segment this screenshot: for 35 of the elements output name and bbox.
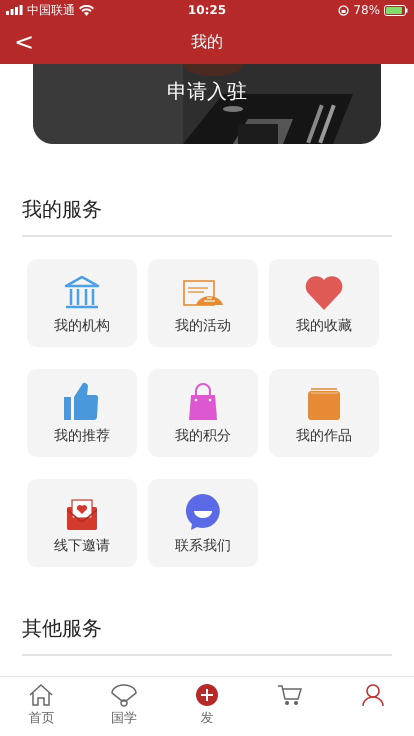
- service-tile[interactable]: 联系我们: [148, 479, 258, 567]
- signal-icon: [6, 5, 23, 15]
- service-tile[interactable]: 我的作品: [269, 369, 379, 457]
- tab-item[interactable]: 首页: [11, 683, 72, 727]
- battery-percent: 78%: [353, 3, 380, 17]
- shopping-bag-icon: [188, 383, 218, 421]
- book-icon: [307, 387, 341, 421]
- carrier-name: 中国联通: [27, 2, 75, 18]
- service-tile[interactable]: 我的积分: [148, 369, 258, 457]
- cart-icon: [276, 683, 303, 707]
- rotation-lock-icon: [338, 4, 350, 16]
- back-button[interactable]: <: [10, 28, 38, 56]
- apply-button[interactable]: 申请入驻: [161, 76, 253, 106]
- thumbs-up-icon: [63, 381, 101, 421]
- person-icon: [360, 683, 385, 707]
- page-title: 我的: [191, 32, 223, 52]
- service-tile[interactable]: 线下邀请: [27, 479, 137, 567]
- plus-icon: [194, 683, 219, 707]
- wifi-icon: [79, 4, 94, 16]
- service-tile[interactable]: 我的收藏: [269, 259, 379, 347]
- service-tile[interactable]: 我的推荐: [27, 369, 137, 457]
- status-time: 10:25: [188, 3, 226, 17]
- envelope-heart-icon: [66, 499, 98, 531]
- fan-icon: [110, 683, 138, 707]
- battery-icon: [384, 4, 408, 16]
- heart-icon: [304, 275, 344, 311]
- service-tile[interactable]: 我的机构: [27, 259, 137, 347]
- section-title: 我的服务: [22, 196, 103, 223]
- chat-smile-icon: [185, 493, 221, 531]
- tab-item[interactable]: 发: [176, 683, 237, 727]
- section-title: 其他服务: [22, 615, 103, 642]
- service-tile[interactable]: 我的活动: [148, 259, 258, 347]
- home-icon: [28, 683, 54, 707]
- tab-item[interactable]: 国学: [94, 683, 154, 727]
- bank-icon: [63, 275, 101, 311]
